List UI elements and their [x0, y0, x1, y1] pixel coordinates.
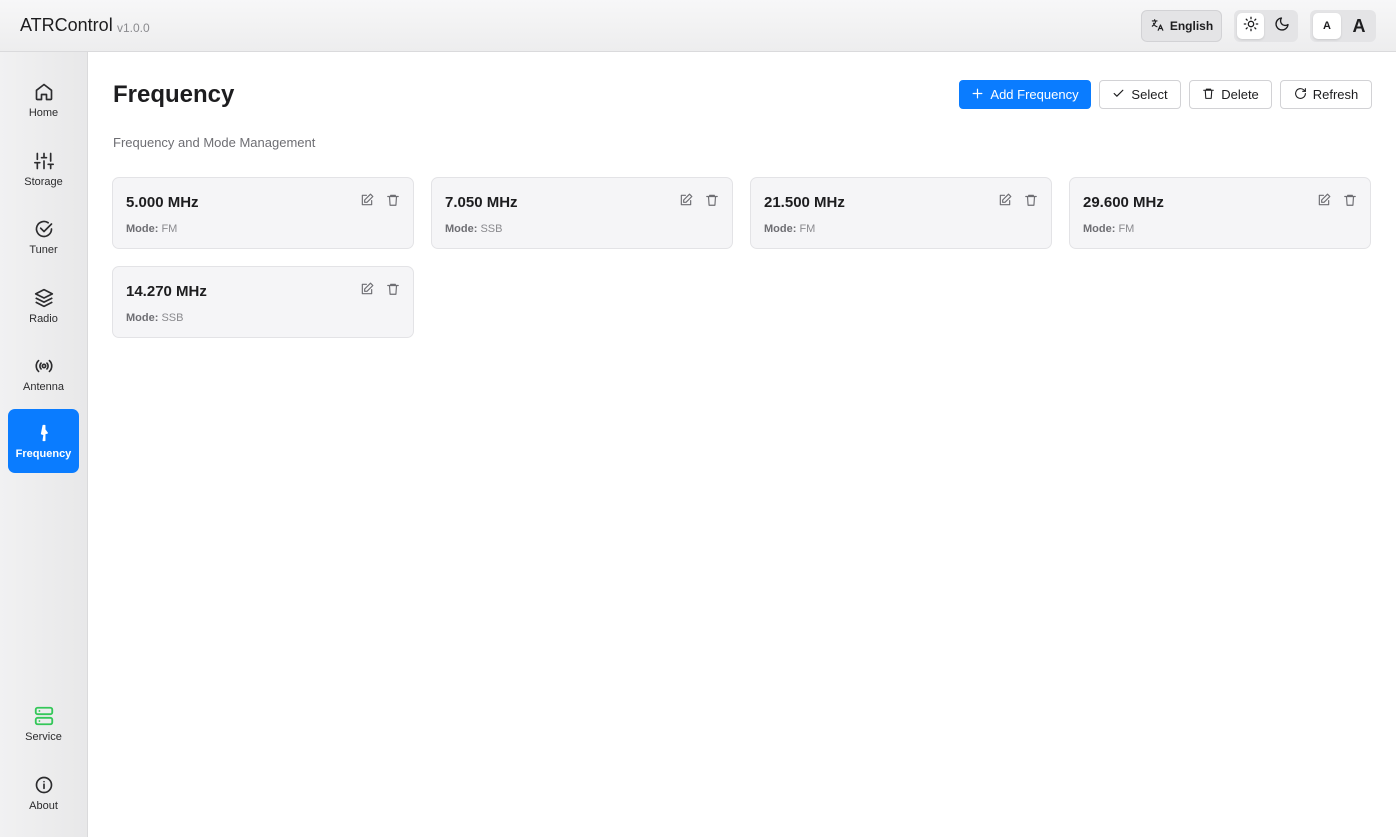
- app-title: ATRControl: [20, 15, 113, 35]
- home-icon: [33, 81, 55, 103]
- add-frequency-label: Add Frequency: [990, 87, 1079, 102]
- frequency-value: 7.050 MHz: [445, 194, 518, 211]
- mode-label: Mode:: [764, 223, 797, 235]
- sidebar-item-storage[interactable]: Storage: [8, 137, 79, 201]
- mode-label: Mode:: [1083, 223, 1116, 235]
- refresh-label: Refresh: [1312, 87, 1359, 102]
- sidebar-item-about[interactable]: About: [8, 761, 79, 825]
- frequency-card[interactable]: 5.000 MHz Mode: FM: [112, 177, 414, 249]
- frequency-value: 5.000 MHz: [126, 194, 199, 211]
- frequency-mode: Mode: FM: [126, 223, 177, 235]
- translate-icon: [1150, 18, 1164, 35]
- delete-label: Delete: [1221, 87, 1259, 102]
- delete-button[interactable]: Delete: [1189, 80, 1272, 109]
- frequency-value: 21.500 MHz: [764, 194, 845, 211]
- sidebar-item-label: Tuner: [29, 244, 58, 256]
- mode-value: FM: [1118, 223, 1135, 235]
- frequency-icon: [33, 422, 55, 444]
- sidebar-item-label: About: [29, 800, 58, 812]
- trash-icon[interactable]: [1342, 192, 1358, 208]
- sidebar-item-antenna[interactable]: Antenna: [8, 342, 79, 406]
- edit-icon[interactable]: [678, 192, 694, 208]
- language-label: English: [1169, 19, 1214, 33]
- frequency-card[interactable]: 7.050 MHz Mode: SSB: [431, 177, 733, 249]
- sliders-icon: [33, 150, 55, 172]
- frequency-card[interactable]: 29.600 MHz Mode: FM: [1069, 177, 1371, 249]
- mode-label: Mode:: [126, 223, 159, 235]
- sidebar-item-label: Antenna: [23, 381, 64, 393]
- add-frequency-button[interactable]: Add Frequency: [959, 80, 1091, 109]
- sidebar-item-frequency[interactable]: Frequency: [8, 409, 79, 473]
- select-label: Select: [1131, 87, 1168, 102]
- edit-icon[interactable]: [359, 192, 375, 208]
- check-circle-icon: [33, 218, 55, 240]
- edit-icon[interactable]: [359, 281, 375, 297]
- frequency-mode: Mode: FM: [1083, 223, 1134, 235]
- info-icon: [33, 774, 55, 796]
- frequency-value: 14.270 MHz: [126, 283, 207, 300]
- theme-toggle: [1234, 10, 1298, 42]
- language-button[interactable]: English: [1141, 10, 1222, 42]
- frequency-mode: Mode: FM: [764, 223, 815, 235]
- check-icon: [1112, 87, 1125, 103]
- trash-icon: [1202, 87, 1215, 103]
- trash-icon[interactable]: [704, 192, 720, 208]
- mode-value: SSB: [161, 312, 184, 324]
- frequency-mode: Mode: SSB: [126, 312, 183, 324]
- mode-value: SSB: [480, 223, 503, 235]
- trash-icon[interactable]: [385, 192, 401, 208]
- app-version: v1.0.0: [117, 21, 150, 35]
- refresh-icon: [1294, 87, 1307, 103]
- moon-icon: [1274, 16, 1290, 37]
- frequency-card[interactable]: 21.500 MHz Mode: FM: [750, 177, 1052, 249]
- frequency-value: 29.600 MHz: [1083, 194, 1164, 211]
- sidebar-item-label: Frequency: [15, 448, 72, 460]
- antenna-icon: [33, 355, 55, 377]
- font-large-button[interactable]: A: [1345, 13, 1373, 39]
- sidebar: Home Storage Tuner Radio Antenna Frequen…: [0, 52, 88, 837]
- trash-icon[interactable]: [385, 281, 401, 297]
- mode-label: Mode:: [445, 223, 478, 235]
- sidebar-item-radio[interactable]: Radio: [8, 274, 79, 338]
- app-header: ATRControl v1.0.0 English A A: [0, 0, 1396, 52]
- sidebar-item-home[interactable]: Home: [8, 68, 79, 132]
- refresh-button[interactable]: Refresh: [1280, 80, 1372, 109]
- font-small-button[interactable]: A: [1313, 13, 1341, 39]
- select-button[interactable]: Select: [1099, 80, 1181, 109]
- edit-icon[interactable]: [997, 192, 1013, 208]
- frequency-card[interactable]: 14.270 MHz Mode: SSB: [112, 266, 414, 338]
- plus-icon: [971, 87, 984, 103]
- sun-icon: [1243, 16, 1259, 37]
- dark-theme-button[interactable]: [1268, 13, 1295, 39]
- trash-icon[interactable]: [1023, 192, 1039, 208]
- mode-value: FM: [799, 223, 816, 235]
- page-title: Frequency: [113, 81, 235, 108]
- light-theme-button[interactable]: [1237, 13, 1264, 39]
- edit-icon[interactable]: [1316, 192, 1332, 208]
- page-subtitle: Frequency and Mode Management: [113, 135, 316, 150]
- font-size-toggle: A A: [1310, 10, 1376, 42]
- sidebar-item-tuner[interactable]: Tuner: [8, 205, 79, 269]
- server-icon: [33, 705, 55, 727]
- sidebar-item-label: Service: [25, 731, 62, 743]
- sidebar-item-service[interactable]: Service: [8, 692, 79, 756]
- mode-label: Mode:: [126, 312, 159, 324]
- sidebar-item-label: Storage: [24, 176, 63, 188]
- sidebar-item-label: Radio: [29, 313, 58, 325]
- layers-icon: [33, 287, 55, 309]
- mode-value: FM: [161, 223, 178, 235]
- sidebar-item-label: Home: [28, 107, 59, 119]
- frequency-mode: Mode: SSB: [445, 223, 502, 235]
